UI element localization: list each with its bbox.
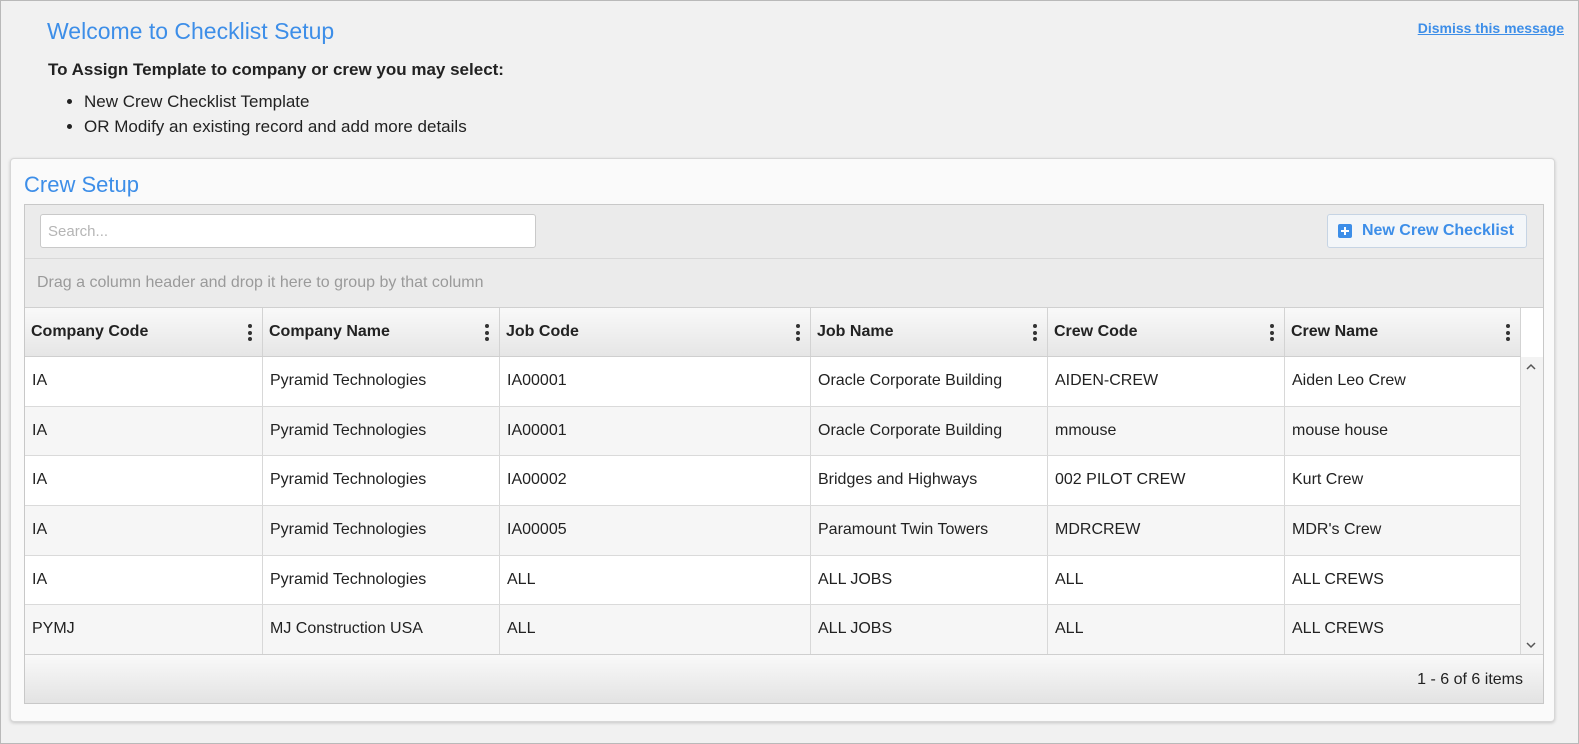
column-menu-icon[interactable] bbox=[248, 324, 252, 341]
cell-job-name: ALL JOBS bbox=[811, 555, 1048, 605]
cell-crew-name: MDR's Crew bbox=[1285, 506, 1521, 555]
column-menu-icon[interactable] bbox=[485, 324, 489, 341]
group-by-drop-zone[interactable]: Drag a column header and drop it here to… bbox=[25, 259, 1543, 308]
column-header-job-code[interactable]: Job Code bbox=[500, 308, 811, 356]
table-row[interactable]: IA Pyramid Technologies IA00002 Bridges … bbox=[25, 456, 1523, 507]
instruction-list: New Crew Checklist Template OR Modify an… bbox=[48, 89, 467, 139]
cell-job-name: Oracle Corporate Building bbox=[811, 357, 1048, 406]
chevron-down-icon[interactable] bbox=[1526, 640, 1536, 650]
new-crew-checklist-label: New Crew Checklist bbox=[1361, 222, 1514, 239]
cell-job-code: IA00005 bbox=[500, 506, 811, 555]
crew-setup-panel: Crew Setup New Crew Checklist Drag a col… bbox=[10, 158, 1555, 722]
column-header-label: Company Name bbox=[269, 323, 390, 340]
cell-company-name: Pyramid Technologies bbox=[263, 357, 500, 406]
column-header-label: Job Code bbox=[506, 323, 579, 340]
cell-job-name: ALL JOBS bbox=[811, 605, 1048, 654]
column-header-label: Company Code bbox=[31, 323, 149, 340]
column-header-company-code[interactable]: Company Code bbox=[25, 308, 263, 356]
column-menu-icon[interactable] bbox=[796, 324, 800, 341]
column-menu-icon[interactable] bbox=[1270, 324, 1274, 341]
column-menu-icon[interactable] bbox=[1506, 324, 1510, 341]
dismiss-message-link[interactable]: Dismiss this message bbox=[1418, 20, 1564, 36]
column-header-label: Crew Name bbox=[1291, 323, 1379, 340]
search-input[interactable] bbox=[40, 214, 536, 248]
table-row[interactable]: IA Pyramid Technologies IA00005 Paramoun… bbox=[25, 506, 1523, 556]
cell-company-code: IA bbox=[25, 406, 263, 456]
table-body: IA Pyramid Technologies IA00001 Oracle C… bbox=[25, 357, 1523, 654]
cell-company-code: IA bbox=[25, 357, 263, 406]
cell-company-name: Pyramid Technologies bbox=[263, 555, 500, 605]
table-row[interactable]: PYMJ MJ Construction USA ALL ALL JOBS AL… bbox=[25, 605, 1523, 654]
cell-company-name: Pyramid Technologies bbox=[263, 506, 500, 555]
panel-title: Crew Setup bbox=[24, 172, 139, 197]
column-header-crew-code[interactable]: Crew Code bbox=[1048, 308, 1285, 356]
cell-company-code: IA bbox=[25, 456, 263, 506]
cell-company-code: IA bbox=[25, 506, 263, 555]
chevron-up-icon[interactable] bbox=[1526, 362, 1536, 372]
cell-job-code: IA00002 bbox=[500, 456, 811, 506]
cell-crew-code: ALL bbox=[1048, 605, 1285, 654]
cell-crew-code: MDRCREW bbox=[1048, 506, 1285, 555]
new-crew-checklist-button[interactable]: New Crew Checklist bbox=[1326, 214, 1527, 248]
cell-job-code: ALL bbox=[500, 605, 811, 654]
table-row[interactable]: IA Pyramid Technologies IA00001 Oracle C… bbox=[25, 406, 1523, 457]
cell-crew-code: 002 PILOT CREW bbox=[1048, 456, 1285, 506]
cell-crew-name: mouse house bbox=[1285, 406, 1521, 456]
cell-company-code: IA bbox=[25, 555, 263, 605]
cell-job-code: ALL bbox=[500, 555, 811, 605]
cell-job-name: Paramount Twin Towers bbox=[811, 506, 1048, 555]
table-row[interactable]: IA Pyramid Technologies IA00001 Oracle C… bbox=[25, 357, 1523, 407]
cell-crew-name: Aiden Leo Crew bbox=[1285, 357, 1521, 406]
instruction-heading: To Assign Template to company or crew yo… bbox=[48, 60, 504, 79]
table-header: Company Code Company Name Job Code Job N… bbox=[25, 308, 1521, 357]
cell-crew-name: Kurt Crew bbox=[1285, 456, 1521, 506]
cell-job-code: IA00001 bbox=[500, 406, 811, 456]
column-menu-icon[interactable] bbox=[1033, 324, 1037, 341]
plus-square-icon bbox=[1337, 224, 1352, 238]
grid-pager: 1 - 6 of 6 items bbox=[25, 654, 1543, 703]
pager-info: 1 - 6 of 6 items bbox=[1417, 671, 1523, 688]
column-header-crew-name[interactable]: Crew Name bbox=[1285, 308, 1521, 356]
cell-crew-code: AIDEN-CREW bbox=[1048, 357, 1285, 406]
table-row[interactable]: IA Pyramid Technologies ALL ALL JOBS ALL… bbox=[25, 555, 1523, 606]
cell-crew-code: mmouse bbox=[1048, 406, 1285, 456]
cell-company-name: MJ Construction USA bbox=[263, 605, 500, 654]
cell-company-code: PYMJ bbox=[25, 605, 263, 654]
column-header-label: Crew Code bbox=[1054, 323, 1138, 340]
cell-crew-code: ALL bbox=[1048, 555, 1285, 605]
cell-crew-name: ALL CREWS bbox=[1285, 605, 1521, 654]
cell-job-name: Bridges and Highways bbox=[811, 456, 1048, 506]
cell-company-name: Pyramid Technologies bbox=[263, 456, 500, 506]
instruction-item: New Crew Checklist Template bbox=[84, 89, 467, 114]
column-header-company-name[interactable]: Company Name bbox=[263, 308, 500, 356]
cell-company-name: Pyramid Technologies bbox=[263, 406, 500, 456]
instruction-item: OR Modify an existing record and add mor… bbox=[84, 114, 467, 139]
vertical-scrollbar[interactable] bbox=[1521, 357, 1543, 654]
crew-grid: New Crew Checklist Drag a column header … bbox=[24, 204, 1544, 704]
cell-job-name: Oracle Corporate Building bbox=[811, 406, 1048, 456]
welcome-title: Welcome to Checklist Setup bbox=[47, 18, 335, 44]
column-header-job-name[interactable]: Job Name bbox=[811, 308, 1048, 356]
cell-job-code: IA00001 bbox=[500, 357, 811, 406]
column-header-label: Job Name bbox=[817, 323, 894, 340]
grid-toolbar: New Crew Checklist bbox=[25, 205, 1543, 259]
cell-crew-name: ALL CREWS bbox=[1285, 555, 1521, 605]
